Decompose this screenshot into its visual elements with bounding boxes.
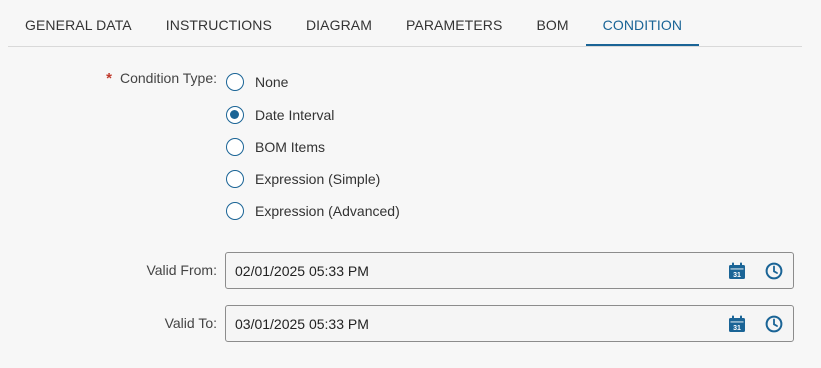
tab-parameters[interactable]: PARAMETERS bbox=[389, 0, 519, 46]
radio-label: Expression (Simple) bbox=[255, 171, 381, 187]
radio-button[interactable] bbox=[226, 73, 244, 91]
radio-date-interval[interactable]: Date Interval bbox=[226, 104, 334, 126]
tab-condition[interactable]: CONDITION bbox=[585, 0, 700, 46]
condition-type-label: * Condition Type: bbox=[100, 70, 217, 87]
radio-expression-simple[interactable]: Expression (Simple) bbox=[226, 168, 380, 190]
condition-type-label-text: Condition Type: bbox=[119, 70, 217, 86]
valid-to-input[interactable] bbox=[235, 306, 705, 341]
radio-label: None bbox=[255, 74, 289, 90]
radio-button[interactable] bbox=[226, 106, 244, 124]
valid-from-field: 31 bbox=[225, 252, 794, 289]
calendar-icon[interactable]: 31 bbox=[728, 262, 746, 280]
tab-bar: GENERAL DATA INSTRUCTIONS DIAGRAM PARAME… bbox=[8, 0, 802, 47]
radio-bom-items[interactable]: BOM Items bbox=[226, 136, 325, 158]
svg-text:31: 31 bbox=[733, 272, 741, 279]
valid-from-input[interactable] bbox=[235, 253, 705, 288]
radio-button[interactable] bbox=[226, 202, 244, 220]
tab-instructions[interactable]: INSTRUCTIONS bbox=[149, 0, 289, 46]
valid-from-label: Valid From: bbox=[146, 262, 217, 278]
tab-bom[interactable]: BOM bbox=[519, 0, 585, 46]
valid-to-label: Valid To: bbox=[164, 315, 217, 331]
radio-button[interactable] bbox=[226, 138, 244, 156]
radio-none[interactable]: None bbox=[226, 71, 288, 93]
valid-to-field: 31 bbox=[225, 305, 794, 342]
clock-icon[interactable] bbox=[765, 315, 783, 333]
radio-label: BOM Items bbox=[255, 139, 326, 155]
radio-label: Date Interval bbox=[255, 107, 335, 123]
clock-icon[interactable] bbox=[765, 262, 783, 280]
calendar-icon[interactable]: 31 bbox=[728, 315, 746, 333]
svg-text:31: 31 bbox=[733, 325, 741, 332]
radio-expression-advanced[interactable]: Expression (Advanced) bbox=[226, 200, 400, 222]
radio-button[interactable] bbox=[226, 170, 244, 188]
required-marker: * bbox=[106, 70, 112, 87]
radio-label: Expression (Advanced) bbox=[255, 203, 400, 219]
tab-general-data[interactable]: GENERAL DATA bbox=[8, 0, 149, 46]
tab-diagram[interactable]: DIAGRAM bbox=[289, 0, 389, 46]
